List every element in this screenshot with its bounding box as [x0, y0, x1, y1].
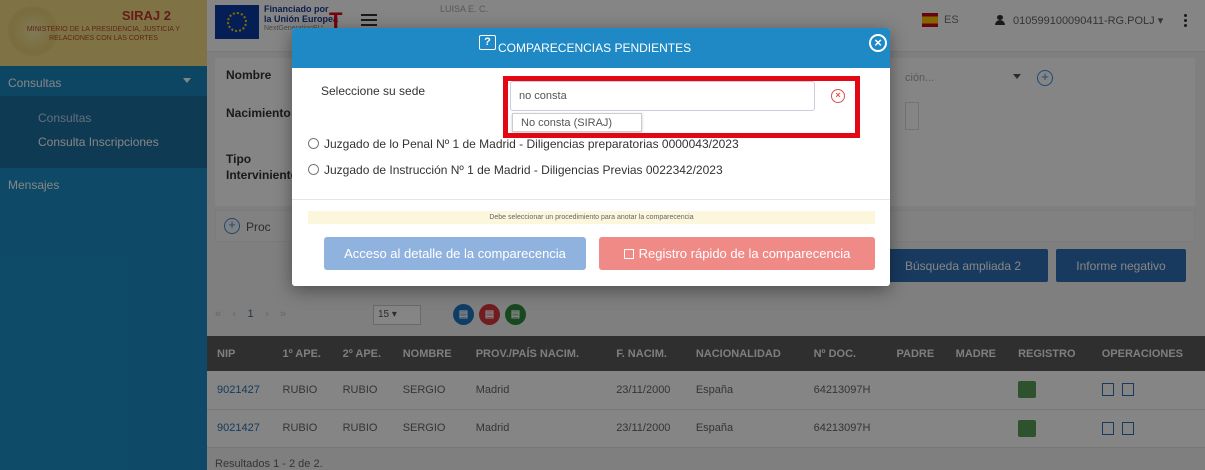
close-icon[interactable]: ×	[869, 34, 887, 52]
option-label: Juzgado de lo Penal Nº 1 de Madrid - Dil…	[324, 137, 739, 151]
radio-button[interactable]	[308, 138, 319, 149]
modal-header: ? COMPARECENCIAS PENDIENTES ×	[292, 28, 890, 68]
comparecencias-modal: ? COMPARECENCIAS PENDIENTES × Seleccione…	[292, 28, 890, 286]
option-label: Juzgado de Instrucción Nº 1 de Madrid - …	[324, 163, 723, 177]
save-icon	[623, 249, 634, 259]
radio-button[interactable]	[308, 164, 319, 175]
help-icon: ?	[479, 35, 496, 50]
divider	[292, 199, 890, 200]
procedimiento-option[interactable]: Juzgado de Instrucción Nº 1 de Madrid - …	[308, 163, 723, 177]
warning-message: Debe seleccionar un procedimiento para a…	[308, 211, 875, 224]
sede-label: Seleccione su sede	[321, 84, 426, 98]
registro-rapido-button[interactable]: Registro rápido de la comparecencia	[599, 237, 875, 270]
detalle-comparecencia-button[interactable]: Acceso al detalle de la comparecencia	[324, 237, 586, 270]
highlight-annotation	[503, 76, 860, 138]
procedimiento-option[interactable]: Juzgado de lo Penal Nº 1 de Madrid - Dil…	[308, 137, 739, 151]
modal-title: COMPARECENCIAS PENDIENTES	[498, 41, 692, 55]
registro-rapido-label: Registro rápido de la comparecencia	[638, 246, 851, 261]
